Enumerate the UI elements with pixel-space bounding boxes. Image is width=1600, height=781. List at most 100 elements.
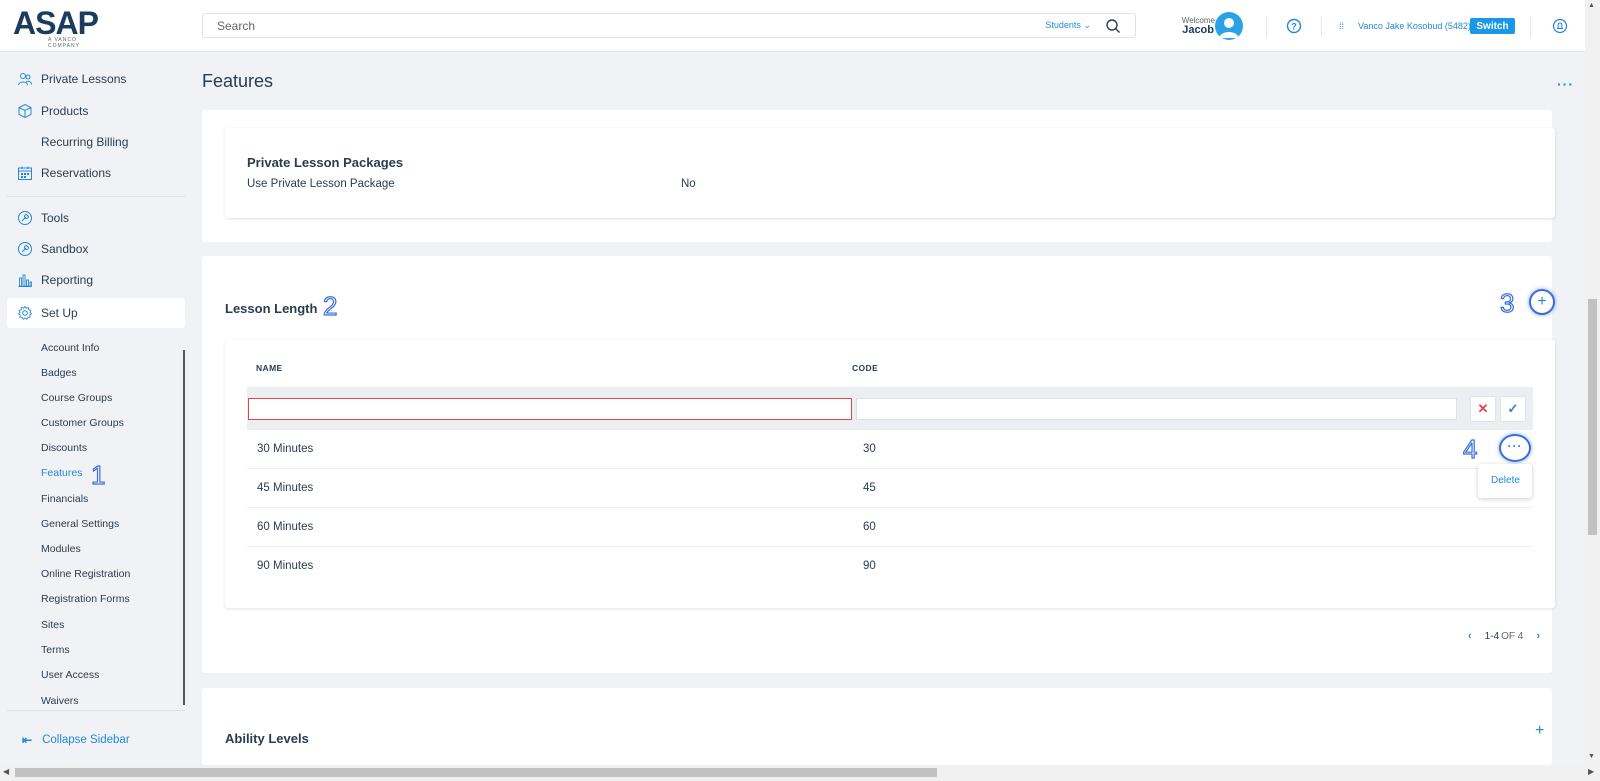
section-title: Ability Levels: [225, 731, 309, 746]
sidebar-item-reservations[interactable]: Reservations: [7, 158, 185, 188]
table-row[interactable]: 90 Minutes 90: [247, 547, 1533, 586]
setup-item-terms[interactable]: Terms: [41, 644, 70, 656]
sandbox-icon: [18, 242, 32, 256]
row-name: 45 Minutes: [257, 482, 314, 494]
annotation-marker-1: 1: [90, 460, 106, 490]
new-code-input[interactable]: [856, 398, 1457, 420]
scrollbar-thumb[interactable]: [15, 768, 937, 777]
collapse-sidebar-button[interactable]: ⇤ Collapse Sidebar: [22, 733, 130, 747]
scroll-up-icon[interactable]: ▲: [1588, 2, 1595, 9]
header-divider: [1530, 16, 1531, 36]
notifications-icon[interactable]: [1552, 18, 1568, 34]
scroll-down-icon[interactable]: ▼: [1588, 753, 1595, 760]
sidebar-item-label: Reporting: [41, 273, 94, 287]
table-row[interactable]: 45 Minutes 45: [247, 469, 1533, 508]
header-divider: [1321, 16, 1322, 36]
sidebar-item-reporting[interactable]: Reporting: [7, 265, 185, 295]
close-icon: ✕: [1477, 401, 1489, 416]
setup-item-badges[interactable]: Badges: [41, 367, 77, 379]
plus-icon: +: [1535, 722, 1545, 739]
field-label: Use Private Lesson Package: [247, 178, 395, 190]
asap-logo[interactable]: ASAP A VANCO COMPANY: [13, 5, 108, 49]
setup-item-sites[interactable]: Sites: [41, 619, 64, 631]
scroll-right-icon[interactable]: ▶: [1588, 767, 1594, 776]
organization-icon: ⁞⁞: [1339, 21, 1345, 31]
setup-item-financials[interactable]: Financials: [41, 493, 88, 505]
scrollbar-thumb[interactable]: [1588, 299, 1597, 535]
help-icon[interactable]: ?: [1286, 18, 1302, 34]
chevron-down-icon: ⌄: [1083, 20, 1091, 30]
plus-icon: +: [1537, 293, 1547, 310]
svg-text:?: ?: [1291, 21, 1297, 31]
pagination: ‹ 1-4 OF 4 ›: [1468, 630, 1540, 642]
page-total: OF 4: [1501, 630, 1524, 642]
add-ability-level-button[interactable]: +: [1535, 722, 1544, 740]
sidebar-item-sandbox[interactable]: Sandbox: [7, 234, 185, 264]
scroll-left-icon[interactable]: ◀: [3, 767, 9, 776]
sidebar-item-recurring-billing[interactable]: Recurring Billing: [7, 127, 185, 157]
sidebar-item-label: Sandbox: [41, 242, 89, 256]
sidebar-scrollbar[interactable]: [183, 350, 185, 705]
chevron-right-icon[interactable]: ›: [1536, 630, 1540, 642]
add-lesson-length-button[interactable]: +: [1529, 289, 1555, 315]
row-name: 30 Minutes: [257, 443, 314, 455]
search-input[interactable]: [203, 14, 1003, 37]
setup-item-account-info[interactable]: Account Info: [41, 342, 99, 354]
setup-item-user-access[interactable]: User Access: [41, 669, 99, 681]
page-range: 1-4: [1484, 630, 1500, 642]
row-code: 60: [863, 521, 876, 533]
sidebar-item-label: Recurring Billing: [41, 135, 129, 149]
vertical-scrollbar[interactable]: ▲ ▼: [1585, 0, 1600, 765]
setup-item-discounts[interactable]: Discounts: [41, 442, 87, 454]
people-icon: [18, 73, 32, 86]
column-header-code: CODE: [852, 363, 879, 373]
setup-item-modules[interactable]: Modules: [41, 543, 81, 555]
sidebar-item-label: Private Lessons: [41, 72, 127, 86]
field-value: No: [681, 178, 696, 190]
cancel-button[interactable]: ✕: [1470, 396, 1496, 422]
search-scope-dropdown[interactable]: Students ⌄: [1045, 20, 1091, 31]
ability-levels-card: [202, 688, 1552, 765]
delete-menu-item[interactable]: Delete: [1491, 475, 1520, 486]
table-row[interactable]: 60 Minutes 60: [247, 508, 1533, 547]
sidebar-item-label: Products: [41, 104, 89, 118]
new-name-input[interactable]: [248, 398, 852, 420]
annotation-marker-2: 2: [322, 291, 338, 321]
confirm-button[interactable]: ✓: [1500, 396, 1526, 422]
page-more-button[interactable]: ···: [1557, 76, 1574, 92]
setup-item-waivers[interactable]: Waivers: [41, 695, 79, 707]
switch-organization-button[interactable]: Switch: [1470, 18, 1515, 34]
gear-icon: [17, 305, 33, 320]
sidebar-item-tools[interactable]: Tools: [7, 203, 185, 233]
top-header: ASAP A VANCO COMPANY Students ⌄ Welcome …: [0, 0, 1585, 52]
column-header-name: NAME: [256, 363, 283, 373]
chevron-left-icon[interactable]: ‹: [1468, 630, 1472, 642]
page-title: Features: [202, 71, 274, 91]
sidebar-item-private-lessons[interactable]: Private Lessons: [7, 64, 185, 94]
sidebar-divider: [7, 196, 185, 197]
search-icon[interactable]: [1105, 18, 1121, 34]
sidebar-divider: [7, 710, 185, 711]
setup-item-customer-groups[interactable]: Customer Groups: [41, 417, 124, 429]
row-actions-menu: Delete: [1478, 464, 1532, 498]
avatar[interactable]: [1215, 12, 1243, 40]
sidebar-item-set-up[interactable]: Set Up: [7, 298, 185, 328]
calendar-icon: [18, 166, 32, 180]
horizontal-scrollbar[interactable]: ◀ ▶: [0, 765, 1600, 781]
annotation-marker-4: 4: [1462, 434, 1478, 464]
more-icon: ···: [1507, 439, 1523, 453]
row-actions-button[interactable]: ···: [1499, 434, 1531, 462]
setup-item-features[interactable]: Features: [41, 467, 82, 479]
setup-item-registration-forms[interactable]: Registration Forms: [41, 593, 130, 605]
table-row[interactable]: 30 Minutes 30: [247, 430, 1533, 469]
user-name: Jacob: [1182, 24, 1214, 36]
user-icon: [1219, 18, 1239, 38]
logo-text: ASAP: [13, 5, 99, 41]
setup-item-online-registration[interactable]: Online Registration: [41, 568, 130, 580]
sidebar-item-label: Reservations: [41, 166, 112, 180]
search-scope-label: Students: [1045, 20, 1081, 30]
setup-item-course-groups[interactable]: Course Groups: [41, 392, 112, 404]
setup-item-general-settings[interactable]: General Settings: [41, 518, 119, 530]
sidebar-item-products[interactable]: Products: [7, 96, 185, 126]
organization-name: Vanco Jake Kosobud (5482): [1358, 21, 1471, 31]
